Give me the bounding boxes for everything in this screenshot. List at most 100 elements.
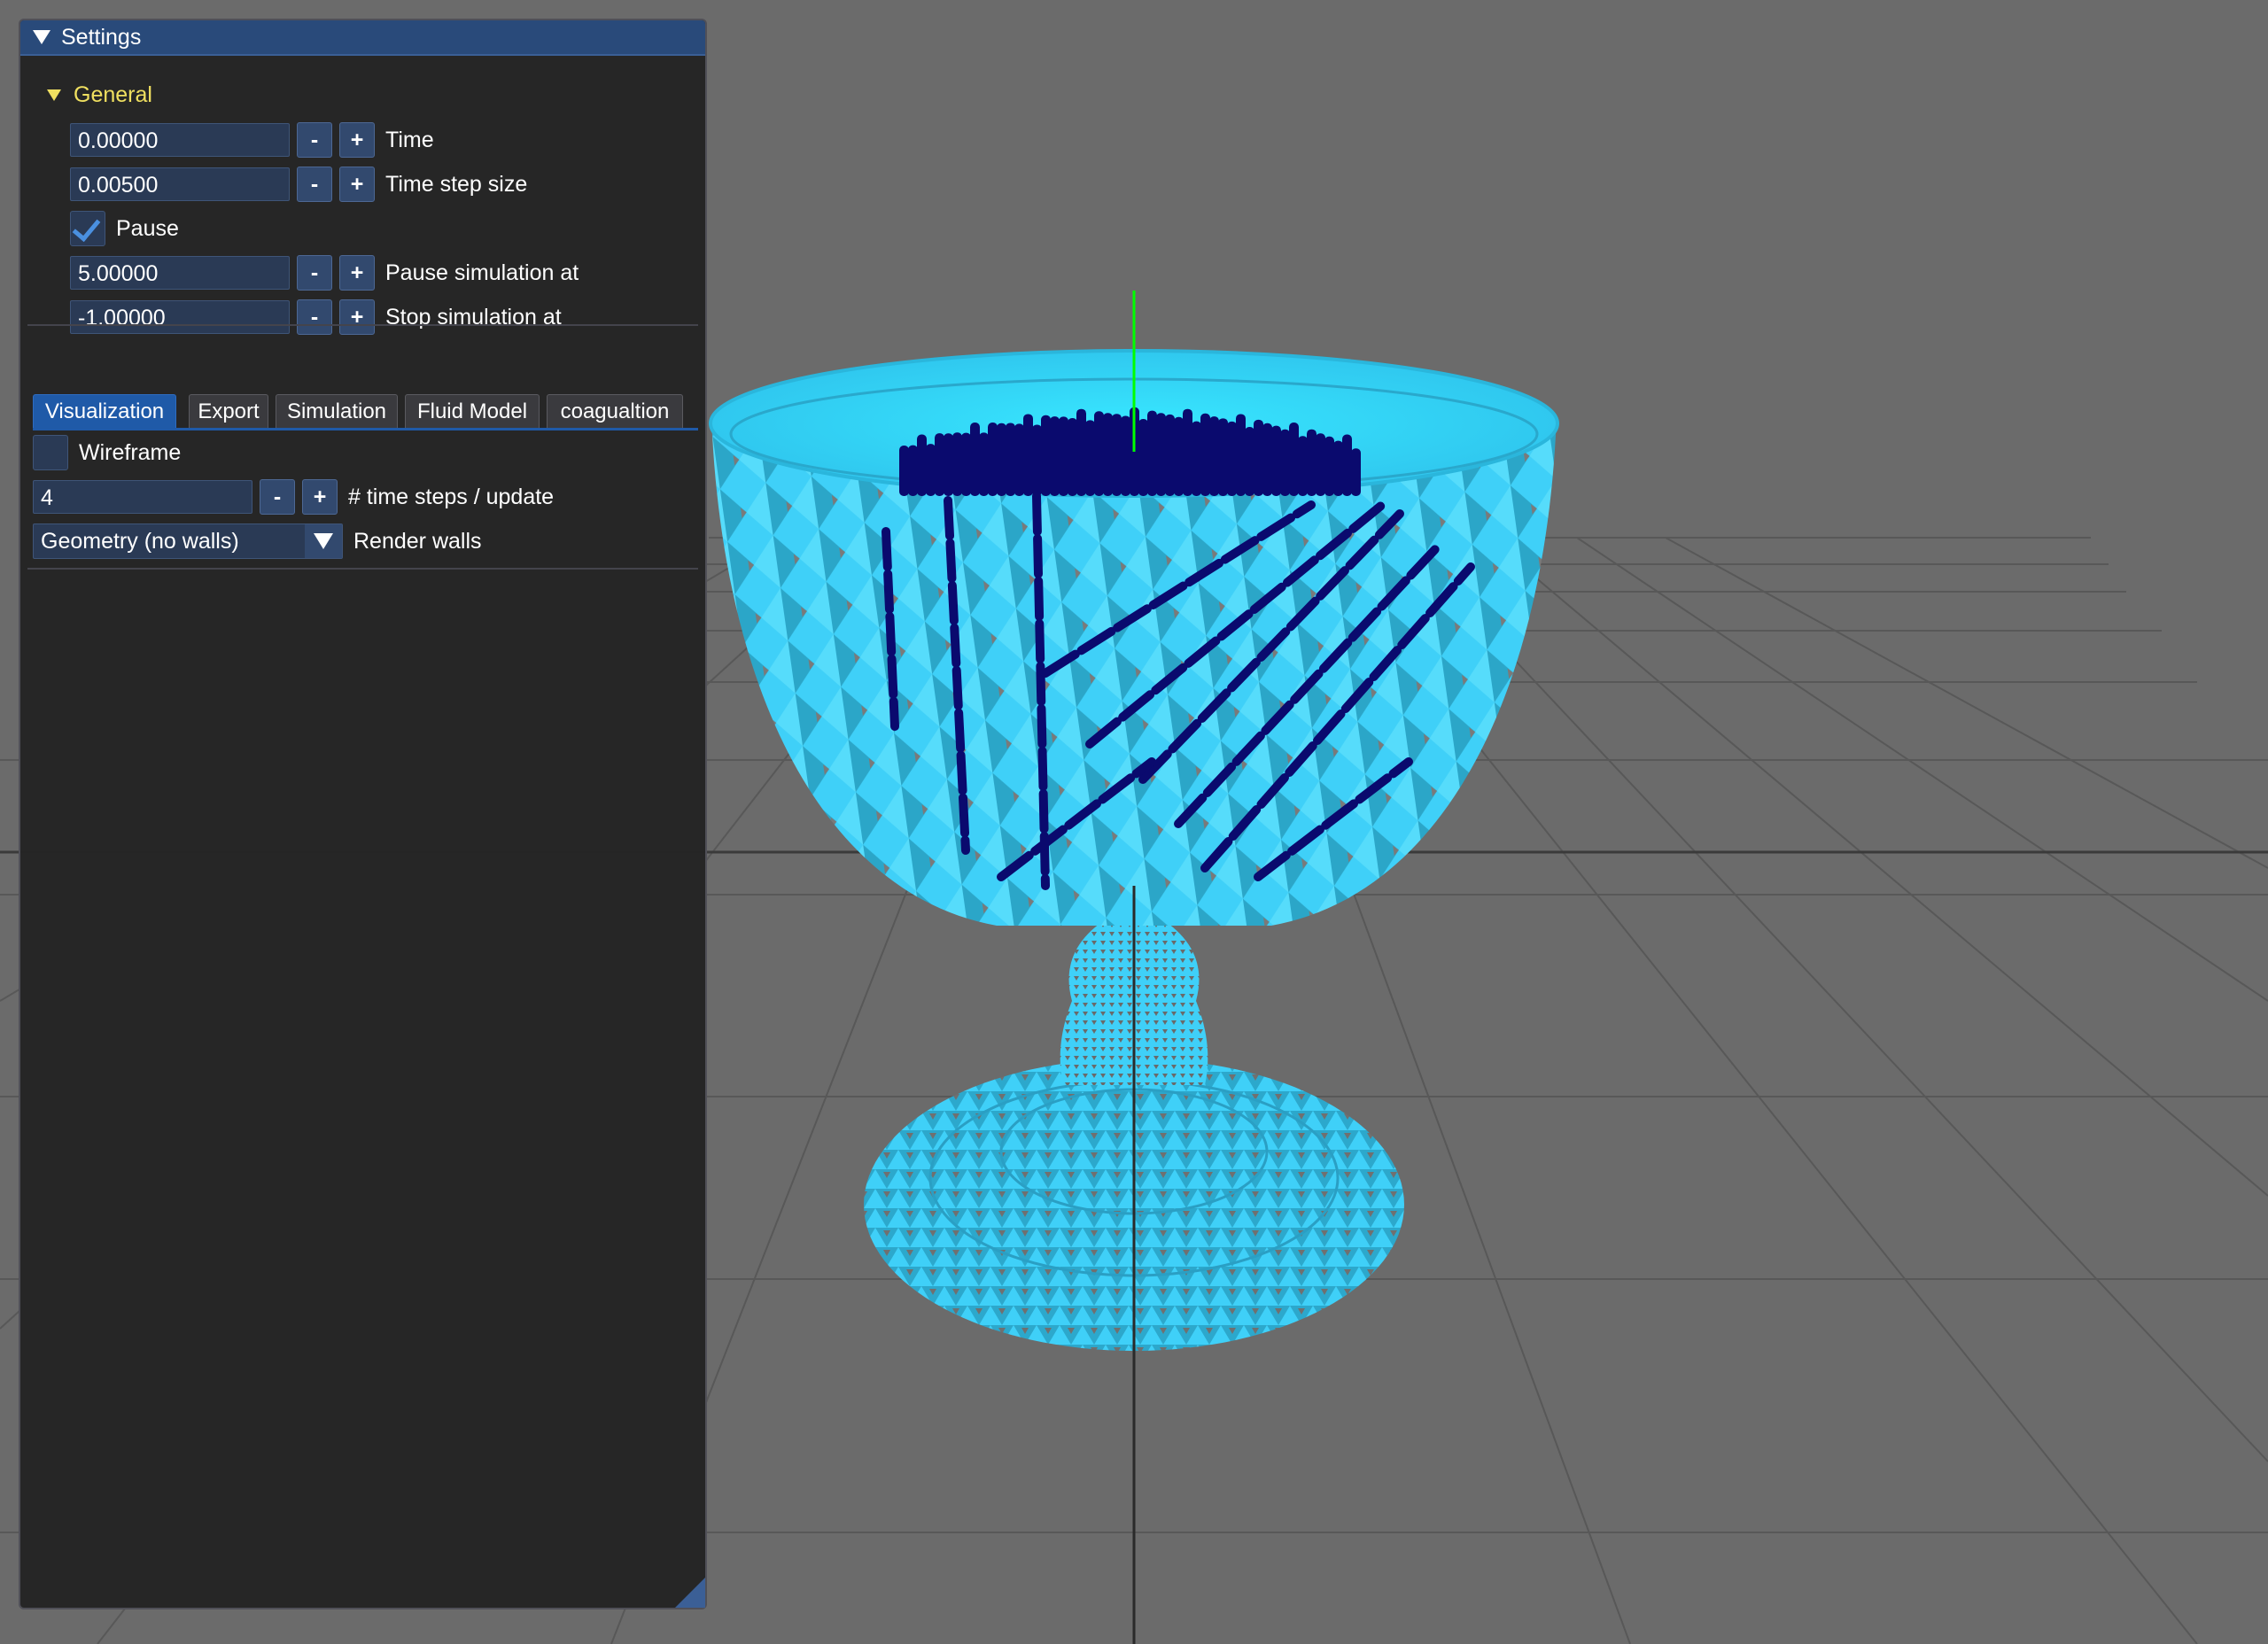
time-decrement-button[interactable]: - <box>297 122 332 158</box>
steps-per-update-label: # time steps / update <box>348 484 555 509</box>
particle-column <box>961 432 971 496</box>
stop-at-decrement-button[interactable]: - <box>297 299 332 335</box>
particle-column <box>1103 413 1113 496</box>
time-step-label: Time step size <box>385 171 528 197</box>
particle-column <box>908 445 918 496</box>
checkmark-icon <box>72 212 101 243</box>
dropdown-arrow-button[interactable] <box>305 524 342 558</box>
particle-column <box>1307 429 1317 496</box>
particle-column <box>1333 440 1343 496</box>
particle-column <box>1200 413 1210 496</box>
settings-title-bar[interactable]: Settings <box>20 20 705 56</box>
particle-column <box>1165 414 1175 496</box>
time-row: 0.00000 - + Time <box>70 122 434 158</box>
chevron-down-icon <box>314 533 333 549</box>
particle-column <box>1076 408 1086 496</box>
particle-column <box>1006 423 1015 496</box>
particle-column <box>988 423 998 496</box>
particle-column <box>1121 415 1130 496</box>
particle-column <box>1209 416 1219 496</box>
stop-at-increment-button[interactable]: + <box>339 299 375 335</box>
steps-increment-button[interactable]: + <box>302 479 338 515</box>
render-walls-label: Render walls <box>353 528 482 554</box>
settings-window[interactable]: Settings General 0.00000 - + Time 0.0050… <box>19 19 707 1609</box>
steps-decrement-button[interactable]: - <box>260 479 295 515</box>
particle-column <box>1271 425 1281 496</box>
particle-column <box>997 423 1006 496</box>
pause-row: Pause <box>70 211 179 246</box>
particle-column <box>917 434 927 496</box>
stop-at-input[interactable]: -1.00000 <box>70 300 290 334</box>
particle-column <box>1014 423 1024 496</box>
collapse-window-icon[interactable] <box>33 30 50 44</box>
particle-column <box>1262 423 1272 496</box>
particle-column <box>935 433 944 496</box>
steps-per-update-input[interactable]: 4 <box>33 480 252 514</box>
resize-grip-icon[interactable] <box>675 1578 705 1608</box>
time-label: Time <box>385 127 434 152</box>
particle-column <box>1112 414 1122 496</box>
general-section-header[interactable]: General <box>47 82 152 108</box>
pause-at-row: 5.00000 - + Pause simulation at <box>70 255 579 291</box>
steps-per-update-row: 4 - + # time steps / update <box>33 479 554 515</box>
tab-coagualtion[interactable]: coagualtion <box>547 394 683 428</box>
time-increment-button[interactable]: + <box>339 122 375 158</box>
particle-column <box>952 432 962 496</box>
particle-column <box>979 432 989 496</box>
particle-column <box>1183 408 1192 496</box>
particle-column <box>1041 415 1051 496</box>
stop-at-label: Stop simulation at <box>385 304 562 330</box>
particle-column <box>1174 416 1184 496</box>
time-step-increment-button[interactable]: + <box>339 167 375 202</box>
particle-column <box>1050 416 1060 496</box>
section-divider <box>27 324 698 326</box>
particle-column <box>1156 413 1166 496</box>
pause-at-input[interactable]: 5.00000 <box>70 256 290 290</box>
particle-column <box>1342 434 1352 496</box>
tab-fluid-model[interactable]: Fluid Model <box>405 394 540 428</box>
pause-checkbox[interactable] <box>70 211 105 246</box>
particle-column <box>1324 436 1334 496</box>
time-step-input[interactable]: 0.00500 <box>70 167 290 201</box>
pause-at-increment-button[interactable]: + <box>339 255 375 291</box>
tab-export[interactable]: Export <box>189 394 268 428</box>
render-walls-selected: Geometry (no walls) <box>41 529 239 554</box>
section-expand-icon <box>47 89 61 101</box>
particle-column <box>926 444 936 496</box>
time-input[interactable]: 0.00000 <box>70 123 290 157</box>
wireframe-checkbox[interactable] <box>33 435 68 470</box>
particle-column <box>1085 420 1095 496</box>
pause-label: Pause <box>116 215 179 241</box>
pause-at-decrement-button[interactable]: - <box>297 255 332 291</box>
particle-column <box>1068 418 1077 496</box>
general-section-label: General <box>74 82 152 107</box>
particle-column <box>1192 421 1201 496</box>
particle-column <box>1254 419 1263 496</box>
particle-column <box>1245 427 1254 496</box>
particle-column <box>1023 414 1033 496</box>
wireframe-row: Wireframe <box>33 435 181 470</box>
particle-column <box>1351 448 1361 496</box>
tab-visualization[interactable]: Visualization <box>33 394 176 428</box>
particle-column <box>1316 433 1325 496</box>
window-title: Settings <box>61 24 142 50</box>
particle-column <box>1032 424 1042 496</box>
particle-column <box>1298 436 1308 496</box>
particle-column <box>1236 414 1246 496</box>
time-step-decrement-button[interactable]: - <box>297 167 332 202</box>
pause-at-label: Pause simulation at <box>385 260 579 285</box>
stop-at-row: -1.00000 - + Stop simulation at <box>70 299 562 335</box>
render-walls-dropdown[interactable]: Geometry (no walls) <box>33 523 343 559</box>
particle-column <box>1280 429 1290 496</box>
particle-column <box>970 423 980 496</box>
particle-column <box>1218 418 1228 496</box>
tab-content-divider <box>27 568 698 570</box>
tab-bar: Visualization Export Simulation Fluid Mo… <box>33 378 698 431</box>
render-walls-row: Geometry (no walls) Render walls <box>33 523 482 559</box>
time-step-row: 0.00500 - + Time step size <box>70 167 527 202</box>
particle-column <box>1289 423 1299 496</box>
tab-underline <box>33 428 698 430</box>
particle-column <box>1227 421 1237 496</box>
particle-column <box>944 433 953 496</box>
tab-simulation[interactable]: Simulation <box>276 394 398 428</box>
